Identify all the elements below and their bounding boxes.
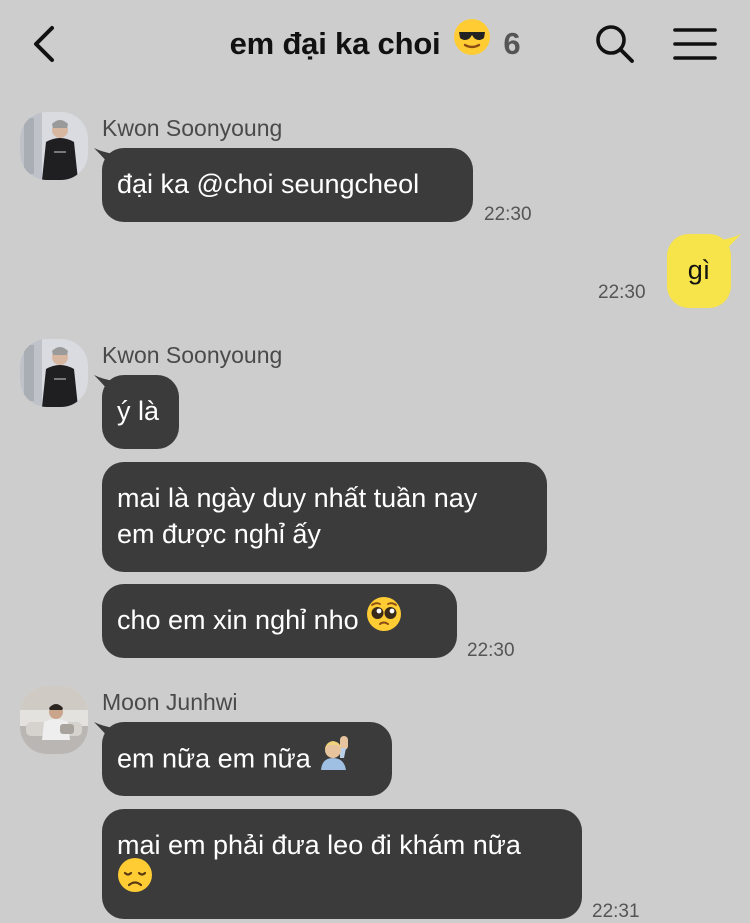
message-time: 22:30 (484, 204, 532, 225)
message-bubble[interactable]: mai là ngày duy nhất tuần nay em được ng… (102, 462, 547, 572)
pleading-face-icon (366, 596, 402, 641)
sender-name: Kwon Soonyoung (102, 115, 283, 141)
message-text: ý là (117, 396, 160, 426)
message-bubble[interactable]: em nữa em nữa (102, 722, 392, 796)
message-time: 22:30 (467, 640, 515, 661)
message-text-line: em được nghỉ ấy (117, 519, 321, 549)
sender-name: Kwon Soonyoung (102, 342, 283, 368)
menu-button[interactable] (672, 26, 718, 62)
message-time: 22:30 (598, 282, 646, 303)
message-text: đại ka @choi seungcheol (117, 169, 420, 199)
message-bubble[interactable]: ý là (102, 375, 179, 449)
message-time: 22:31 (592, 901, 640, 922)
message-text-line: mai là ngày duy nhất tuần nay (117, 483, 478, 513)
message-text: em nữa em nữa (117, 743, 311, 774)
person-raising-hand-icon (318, 734, 354, 781)
message-bubble[interactable]: mai em phải đưa leo đi khám nữa (102, 809, 582, 919)
message-text: mai em phải đưa leo đi khám nữa (117, 830, 521, 860)
message-bubble[interactable]: đại ka @choi seungcheol (102, 148, 473, 222)
bubble-tail (721, 234, 741, 256)
message-text: gì (687, 255, 711, 285)
avatar[interactable] (20, 686, 88, 754)
chat-title-text: em đại ka choi (229, 26, 441, 61)
chat-title: em đại ka choi 6 (0, 18, 750, 68)
avatar-photo (20, 686, 88, 754)
sunglasses-face-icon (453, 18, 491, 68)
avatar-photo (20, 339, 88, 407)
sender-name: Moon Junhwi (102, 689, 238, 715)
chat-header: em đại ka choi 6 (0, 0, 750, 92)
avatar[interactable] (20, 112, 88, 180)
avatar[interactable] (20, 339, 88, 407)
hamburger-menu-icon (673, 28, 717, 60)
message-text: cho em xin nghỉ nho (117, 605, 359, 635)
avatar-photo (20, 112, 88, 180)
search-icon (596, 25, 634, 63)
message-bubble[interactable]: cho em xin nghỉ nho (102, 584, 457, 658)
search-button[interactable] (593, 22, 637, 66)
disappointed-face-icon (117, 857, 153, 902)
member-count: 6 (503, 26, 521, 61)
